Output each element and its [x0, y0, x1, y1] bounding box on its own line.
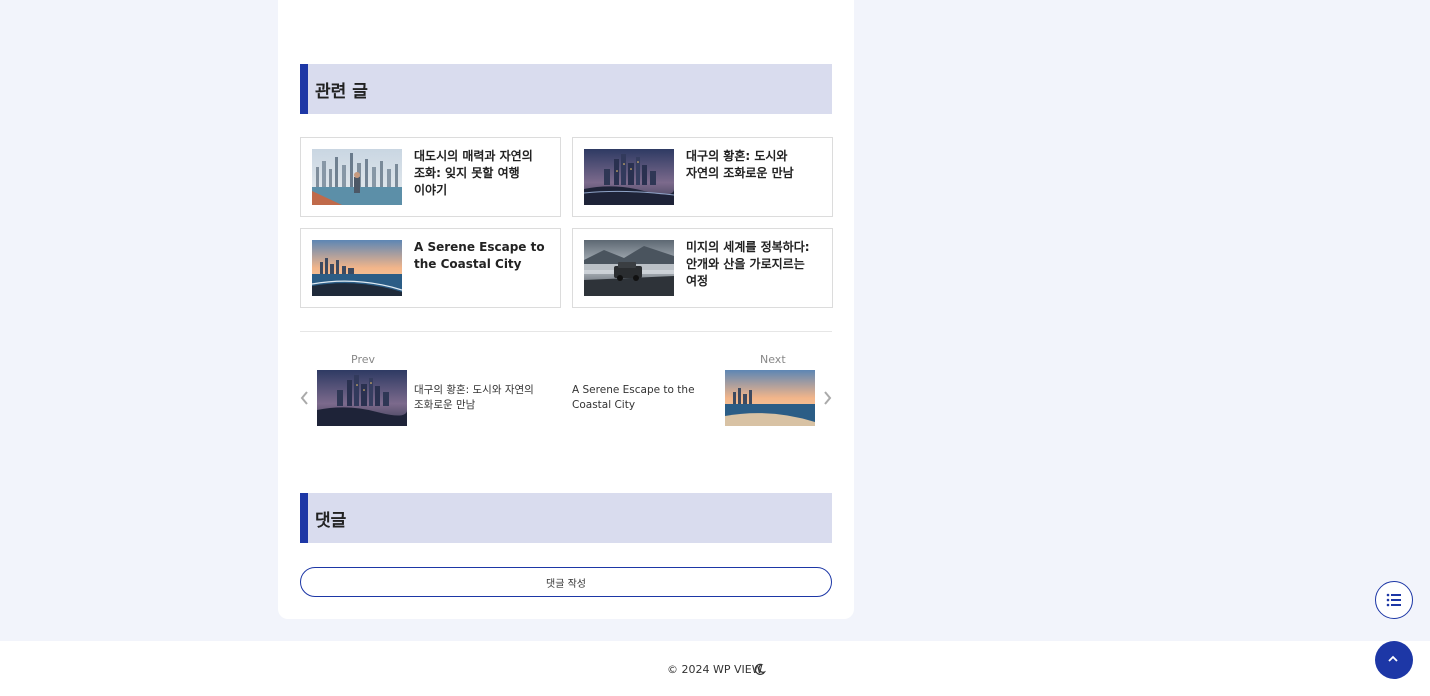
related-post-thumbnail[interactable] [312, 149, 402, 205]
related-post-card[interactable]: 대구의 황혼: 도시와 자연의 조화로운 만남 [572, 137, 833, 217]
table-of-contents-button[interactable] [1375, 581, 1413, 619]
related-post-thumbnail[interactable] [584, 240, 674, 296]
chevron-right-icon[interactable] [820, 389, 834, 407]
related-post-card[interactable]: A Serene Escape to the Coastal City [300, 228, 561, 308]
related-post-card[interactable]: 대도시의 매력과 자연의 조화: 잊지 못할 여행 이야기 [300, 137, 561, 217]
copyright-text: © 2024 WP VIEW. [667, 663, 765, 676]
related-post-title[interactable]: A Serene Escape to the Coastal City [414, 239, 550, 273]
related-post-card[interactable]: 미지의 세계를 정복하다: 안개와 산을 가로지르는 여정 [572, 228, 833, 308]
divider [300, 331, 832, 332]
related-post-title[interactable]: 대도시의 매력과 자연의 조화: 잊지 못할 여행 이야기 [414, 148, 550, 199]
footer: © 2024 WP VIEW. [0, 641, 1430, 696]
chevron-up-icon [1388, 655, 1398, 662]
prev-label: Prev [351, 353, 375, 366]
related-post-title[interactable]: 대구의 황혼: 도시와 자연의 조화로운 만남 [686, 148, 822, 182]
content-card: 관련 글 대도시의 매력과 자연의 조화: 잊지 못할 여행 이야기 대구의 황… [278, 0, 854, 619]
related-posts-heading: 관련 글 [300, 64, 832, 114]
next-label: Next [760, 353, 786, 366]
moon-icon[interactable] [753, 663, 766, 676]
related-post-title[interactable]: 미지의 세계를 정복하다: 안개와 산을 가로지르는 여정 [686, 239, 822, 290]
chevron-left-icon[interactable] [298, 389, 312, 407]
comments-heading-text: 댓글 [315, 511, 347, 531]
write-comment-button[interactable]: 댓글 작성 [300, 567, 832, 597]
related-posts-heading-text: 관련 글 [315, 82, 368, 102]
comments-heading: 댓글 [300, 493, 832, 543]
next-post-thumbnail[interactable] [725, 370, 815, 426]
next-post-title[interactable]: A Serene Escape to the Coastal City [572, 383, 702, 413]
prev-post-title[interactable]: 대구의 황혼: 도시와 자연의 조화로운 만남 [414, 383, 559, 413]
prev-post-thumbnail[interactable] [317, 370, 407, 426]
related-post-thumbnail[interactable] [312, 240, 402, 296]
related-post-thumbnail[interactable] [584, 149, 674, 205]
toc-list-icon [1386, 593, 1401, 607]
scroll-to-top-button[interactable] [1375, 641, 1413, 679]
